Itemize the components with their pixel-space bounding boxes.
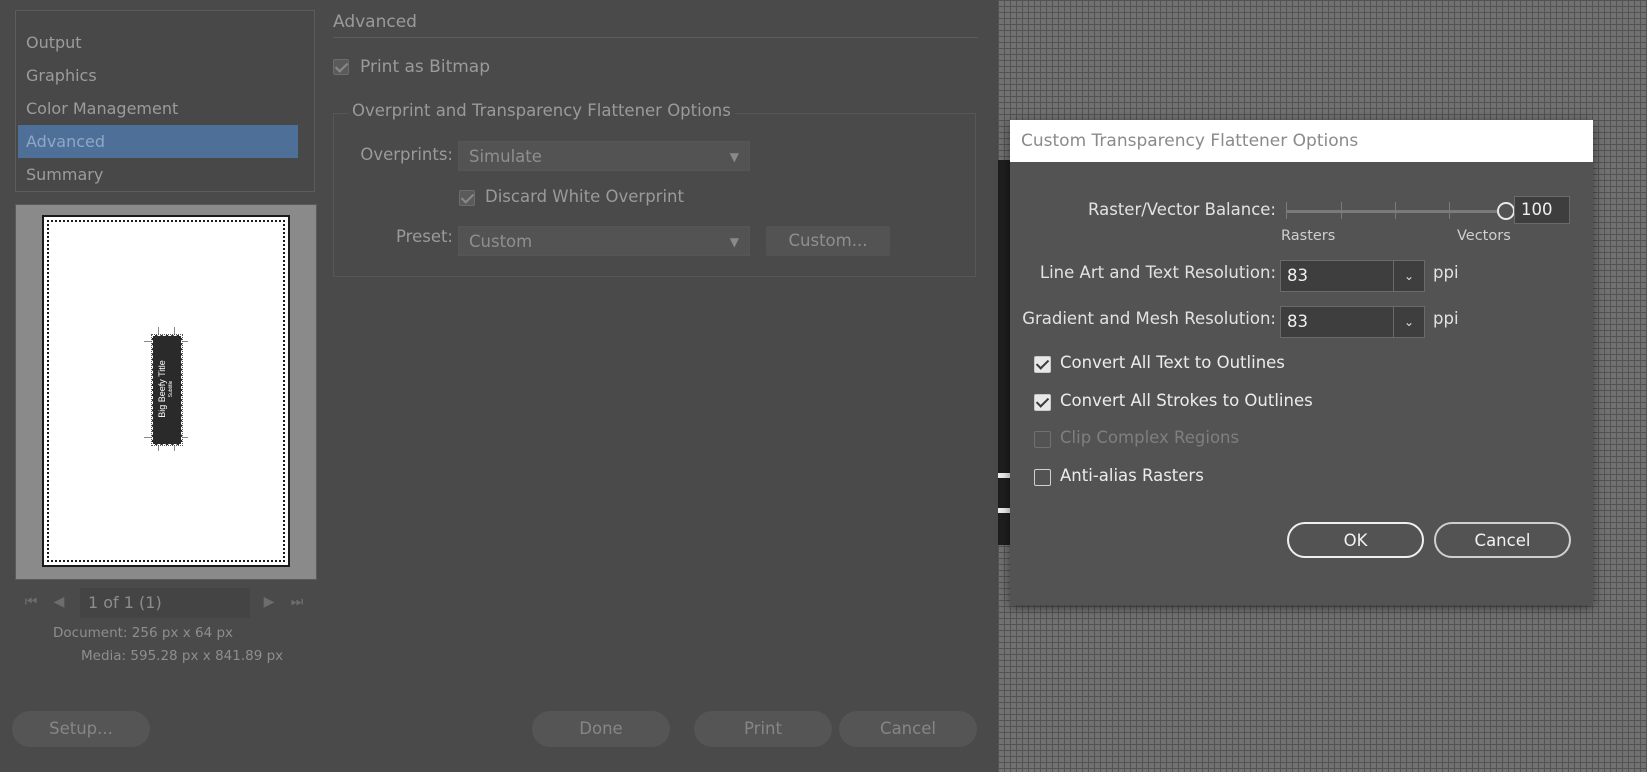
document-info: Document: 256 px x 64 px Media: 595.28 p… bbox=[12, 622, 312, 674]
artwork-mark bbox=[998, 473, 1010, 478]
raster-vector-balance-label: Raster/Vector Balance: bbox=[1088, 200, 1276, 219]
category-graphics[interactable]: Graphics bbox=[18, 59, 298, 92]
media-size: Media: 595.28 px x 841.89 px bbox=[81, 645, 283, 667]
convert-strokes-checkbox[interactable] bbox=[1034, 394, 1051, 411]
media-label: Media: bbox=[81, 648, 127, 664]
raster-vector-balance-input[interactable]: 100 bbox=[1514, 196, 1570, 224]
line-art-unit: ppi bbox=[1433, 263, 1459, 282]
preset-select[interactable]: Custom ▼ bbox=[458, 226, 750, 256]
line-art-resolution-combo[interactable]: 83 ⌄ bbox=[1280, 260, 1425, 292]
cancel-button[interactable]: Cancel bbox=[1434, 522, 1571, 558]
section-title: Advanced bbox=[333, 12, 417, 32]
crop-mark bbox=[144, 341, 152, 342]
custom-flattener-dialog: Custom Transparency Flattener Options Ra… bbox=[1010, 120, 1593, 605]
artwork-edge bbox=[998, 160, 1010, 545]
overprints-label: Overprints: bbox=[360, 145, 453, 164]
line-art-resolution-value[interactable]: 83 bbox=[1287, 261, 1308, 291]
group-title: Overprint and Transparency Flattener Opt… bbox=[348, 101, 735, 120]
preview-artwork: Big Beefy Title Subtitle bbox=[151, 334, 183, 446]
gradient-resolution-label: Gradient and Mesh Resolution: bbox=[1022, 309, 1276, 328]
document-label: Document: bbox=[53, 625, 128, 641]
document-value: 256 px x 64 px bbox=[131, 625, 234, 641]
crop-mark bbox=[158, 327, 159, 335]
vectors-caption: Vectors bbox=[1457, 228, 1511, 244]
clip-complex-label: Clip Complex Regions bbox=[1060, 428, 1240, 447]
print-as-bitmap-checkbox[interactable] bbox=[333, 59, 349, 75]
dialog-title[interactable]: Custom Transparency Flattener Options bbox=[1010, 120, 1593, 162]
artwork-subtitle: Subtitle bbox=[168, 380, 174, 398]
done-button[interactable]: Done bbox=[532, 711, 670, 747]
convert-text-checkbox[interactable] bbox=[1034, 356, 1051, 373]
preset-label: Preset: bbox=[395, 227, 453, 246]
overprints-value: Simulate bbox=[469, 147, 542, 166]
gradient-resolution-combo[interactable]: 83 ⌄ bbox=[1280, 306, 1425, 338]
page-navigation: ⏮ ◀ 1 of 1 (1) ▶ ⏭ bbox=[22, 588, 312, 618]
section-divider bbox=[333, 37, 978, 38]
category-list: Marks and Bleed Output Graphics Color Ma… bbox=[15, 10, 315, 192]
document-size: Document: 256 px x 64 px bbox=[53, 622, 233, 644]
artwork-title: Big Beefy Title bbox=[157, 360, 167, 418]
preset-value: Custom bbox=[469, 232, 533, 251]
print-as-bitmap-label: Print as Bitmap bbox=[360, 57, 491, 77]
slider-tick bbox=[1395, 202, 1396, 219]
category-summary[interactable]: Summary bbox=[18, 158, 298, 191]
convert-text-label[interactable]: Convert All Text to Outlines bbox=[1060, 353, 1285, 372]
clip-complex-checkbox bbox=[1034, 431, 1051, 448]
chevron-down-icon: ▼ bbox=[729, 235, 739, 249]
slider-tick bbox=[1286, 202, 1287, 219]
category-advanced[interactable]: Advanced bbox=[18, 125, 298, 158]
artwork-mark bbox=[998, 508, 1010, 513]
convert-strokes-label[interactable]: Convert All Strokes to Outlines bbox=[1060, 391, 1313, 410]
crop-mark bbox=[174, 327, 175, 335]
chevron-down-icon[interactable]: ⌄ bbox=[1393, 307, 1424, 337]
custom-button[interactable]: Custom... bbox=[766, 226, 890, 256]
list-scrollbar[interactable] bbox=[302, 15, 312, 185]
raster-vector-slider-thumb[interactable] bbox=[1497, 202, 1515, 220]
slider-tick bbox=[1341, 202, 1342, 219]
line-art-resolution-label: Line Art and Text Resolution: bbox=[1039, 263, 1276, 282]
chevron-down-icon: ▼ bbox=[729, 150, 739, 164]
gradient-resolution-value[interactable]: 83 bbox=[1287, 307, 1308, 337]
slider-tick bbox=[1449, 202, 1450, 219]
last-page-icon[interactable]: ⏭ bbox=[288, 593, 306, 611]
media-value: 595.28 px x 841.89 px bbox=[130, 648, 284, 664]
print-preview: Big Beefy Title Subtitle bbox=[15, 204, 317, 580]
category-output[interactable]: Output bbox=[18, 26, 298, 59]
print-dialog: Marks and Bleed Output Graphics Color Ma… bbox=[0, 0, 998, 772]
ok-button[interactable]: OK bbox=[1287, 522, 1424, 558]
previous-page-icon[interactable]: ◀ bbox=[50, 593, 68, 611]
category-color-management[interactable]: Color Management bbox=[18, 92, 298, 125]
first-page-icon[interactable]: ⏮ bbox=[22, 593, 40, 611]
preview-artwork-text: Big Beefy Title Subtitle bbox=[157, 337, 176, 441]
gradient-unit: ppi bbox=[1433, 309, 1459, 328]
preview-page[interactable]: Big Beefy Title Subtitle bbox=[42, 215, 290, 567]
setup-button[interactable]: Setup... bbox=[12, 711, 150, 747]
anti-alias-checkbox[interactable] bbox=[1034, 469, 1051, 486]
print-button[interactable]: Print bbox=[694, 711, 832, 747]
category-marks-and-bleed[interactable]: Marks and Bleed bbox=[18, 11, 298, 22]
discard-white-overprint-label: Discard White Overprint bbox=[485, 187, 684, 206]
overprints-select[interactable]: Simulate ▼ bbox=[458, 141, 750, 171]
discard-white-overprint-checkbox[interactable] bbox=[459, 190, 475, 206]
page-number-field[interactable]: 1 of 1 (1) bbox=[80, 588, 250, 618]
next-page-icon[interactable]: ▶ bbox=[260, 593, 278, 611]
chevron-down-icon[interactable]: ⌄ bbox=[1393, 261, 1424, 291]
crop-mark bbox=[144, 437, 152, 438]
anti-alias-label[interactable]: Anti-alias Rasters bbox=[1060, 466, 1204, 485]
rasters-caption: Rasters bbox=[1281, 228, 1336, 244]
print-cancel-button[interactable]: Cancel bbox=[839, 711, 977, 747]
